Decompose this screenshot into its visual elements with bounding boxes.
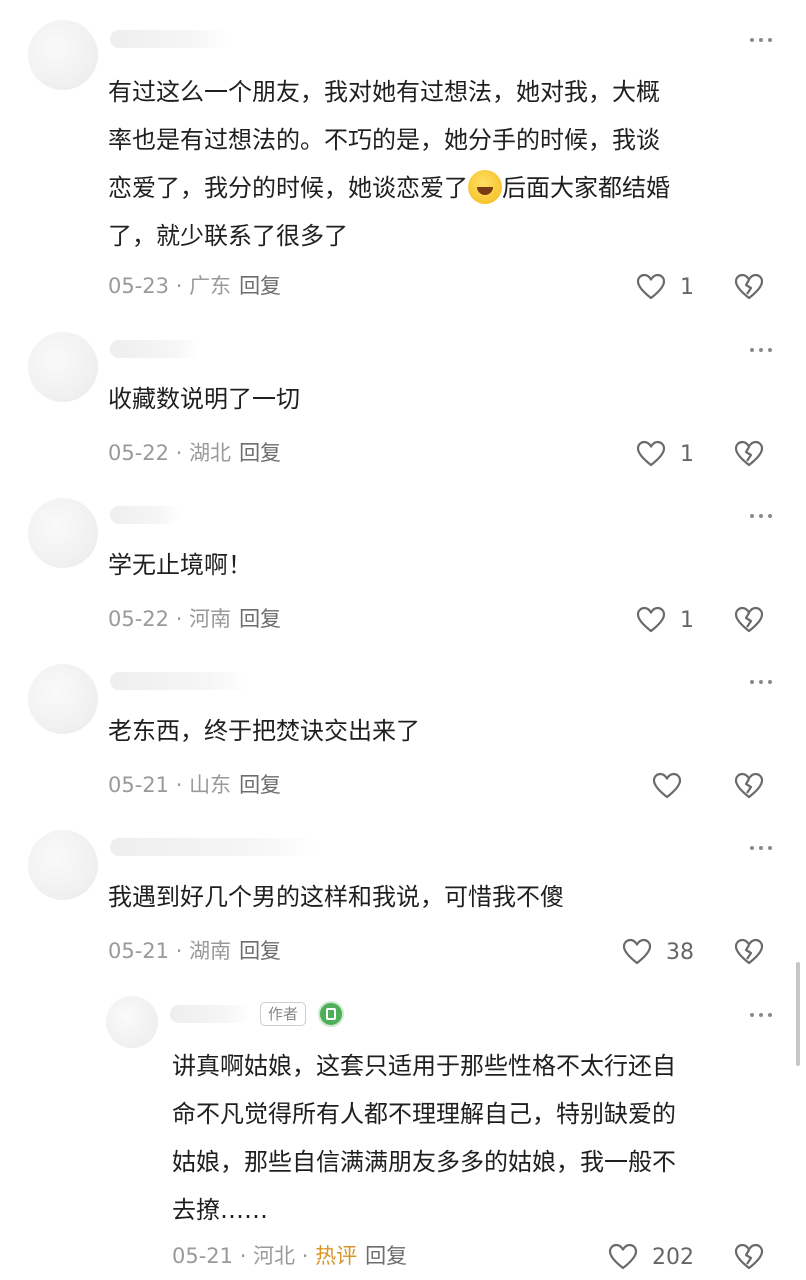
avatar[interactable] (28, 830, 98, 900)
like-button[interactable]: 202 (608, 1240, 694, 1274)
comment-meta: 05-22 · 湖北 回复 (108, 441, 282, 465)
dislike-button[interactable] (734, 937, 764, 967)
comment-region: 河南 (189, 607, 232, 631)
like-count: 1 (680, 274, 694, 300)
comment-date: 05-23 (108, 274, 170, 298)
comment-date: 05-22 (108, 607, 170, 631)
level-badge-icon (318, 1001, 344, 1027)
broken-heart-icon (734, 938, 764, 965)
dislike-button[interactable] (734, 771, 764, 801)
comment-date: 05-21 (108, 773, 170, 797)
comment-text: 学无止境啊！ (108, 551, 252, 579)
comment-meta: 05-23 · 广东 回复 (108, 274, 282, 298)
comment-text: 我遇到好几个男的这样和我说，可惜我不傻 (108, 883, 564, 911)
comment-date: 05-22 (108, 441, 170, 465)
like-count: 1 (680, 441, 694, 467)
comment-meta: 05-22 · 河南 回复 (108, 607, 282, 631)
broken-heart-icon (734, 606, 764, 633)
username-blurred[interactable] (110, 506, 180, 524)
more-options-button[interactable] (750, 35, 772, 45)
reply-button[interactable]: 回复 (239, 607, 281, 631)
comment-meta: 05-21 · 山东 回复 (108, 773, 282, 797)
heart-outline-icon (622, 938, 652, 965)
more-options-button[interactable] (750, 345, 772, 355)
avatar[interactable] (28, 20, 98, 90)
comment-date: 05-21 (172, 1244, 234, 1268)
more-dots-icon (750, 348, 754, 352)
avatar[interactable] (28, 332, 98, 402)
reply-text: 讲真啊姑娘，这套只适用于那些性格不太行还自 命不凡觉得所有人都不理理解自己，特别… (172, 1052, 676, 1224)
comment-region: 河北 (253, 1244, 296, 1268)
like-button[interactable]: 1 (636, 270, 694, 304)
reply-button[interactable]: 回复 (239, 441, 281, 465)
comment-text: 收藏数说明了一切 (108, 385, 300, 413)
heart-outline-icon (636, 440, 666, 467)
username-blurred[interactable] (110, 672, 250, 690)
like-count: 38 (666, 939, 694, 965)
comment-text: 有过这么一个朋友，我对她有过想法，她对我，大概 率也是有过想法的。不巧的是，她分… (108, 78, 670, 250)
like-button[interactable] (652, 769, 682, 803)
broken-heart-icon (734, 1243, 764, 1270)
reply-button[interactable]: 回复 (239, 773, 281, 797)
rofl-emoji (468, 170, 502, 204)
username-blurred[interactable] (110, 838, 320, 856)
comment-region: 湖北 (189, 441, 232, 465)
avatar[interactable] (28, 664, 98, 734)
like-count: 1 (680, 607, 694, 633)
reply-button[interactable]: 回复 (239, 274, 281, 298)
heart-outline-icon (636, 606, 666, 633)
avatar[interactable] (106, 996, 158, 1048)
more-dots-icon (750, 846, 754, 850)
more-dots-icon (750, 38, 754, 42)
username-blurred[interactable] (110, 30, 230, 48)
dislike-button[interactable] (734, 272, 764, 302)
author-badge: 作者 (260, 1002, 307, 1026)
hot-comment-tag: 热评 (315, 1244, 358, 1268)
comment-region: 湖南 (189, 939, 232, 963)
more-dots-icon (750, 680, 754, 684)
dislike-button[interactable] (734, 605, 764, 635)
like-button[interactable]: 38 (622, 935, 694, 969)
comment-region: 山东 (189, 773, 232, 797)
like-button[interactable]: 1 (636, 437, 694, 471)
more-dots-icon (750, 1013, 754, 1017)
comment-region: 广东 (189, 274, 232, 298)
reply-button[interactable]: 回复 (239, 939, 281, 963)
dislike-button[interactable] (734, 1242, 764, 1272)
username-blurred[interactable] (170, 1005, 250, 1023)
comment-meta: 05-21 · 河北 · 热评 回复 (172, 1244, 408, 1268)
more-options-button[interactable] (750, 511, 772, 521)
dislike-button[interactable] (734, 439, 764, 469)
like-button[interactable]: 1 (636, 603, 694, 637)
like-count: 202 (652, 1244, 694, 1270)
comment-text: 老东西，终于把焚诀交出来了 (108, 717, 420, 745)
broken-heart-icon (734, 273, 764, 300)
more-options-button[interactable] (750, 677, 772, 687)
broken-heart-icon (734, 440, 764, 467)
scrollbar[interactable] (796, 962, 800, 1066)
more-dots-icon (750, 514, 754, 518)
broken-heart-icon (734, 772, 764, 799)
reply-button[interactable]: 回复 (365, 1244, 407, 1268)
more-options-button[interactable] (750, 1010, 772, 1020)
heart-outline-icon (636, 273, 666, 300)
username-blurred[interactable] (110, 340, 200, 358)
more-options-button[interactable] (750, 843, 772, 853)
avatar[interactable] (28, 498, 98, 568)
comment-meta: 05-21 · 湖南 回复 (108, 939, 282, 963)
heart-outline-icon (652, 772, 682, 799)
comment-date: 05-21 (108, 939, 170, 963)
heart-outline-icon (608, 1243, 638, 1270)
